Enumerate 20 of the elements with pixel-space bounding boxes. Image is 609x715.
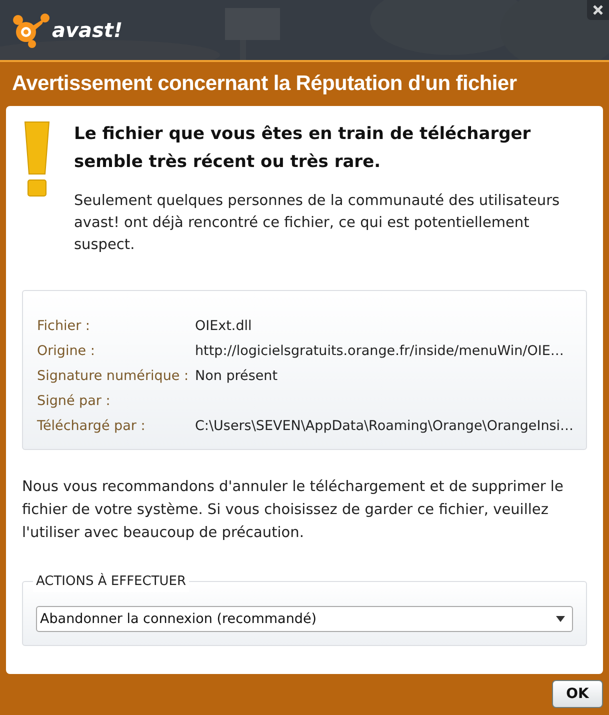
detail-value: C:\Users\SEVEN\AppData\Roaming\Orange\OrangeInsi… <box>195 417 574 436</box>
detail-label: Origine : <box>37 342 96 361</box>
action-dropdown[interactable]: Abandonner la connexion (recommandé) <box>36 606 573 632</box>
detail-label: Signé par : <box>37 392 112 411</box>
logo-icon <box>12 12 50 48</box>
logo-text: avast! <box>52 20 123 40</box>
ok-button[interactable]: OK <box>552 680 603 708</box>
detail-label: Fichier : <box>37 317 91 336</box>
close-icon <box>593 5 603 15</box>
close-button[interactable] <box>587 0 609 20</box>
detail-label: Téléchargé par : <box>37 417 146 436</box>
description: Seulement quelques personnes de la communauté des utilisateurs avast! ont déjà rencontré ce fichier, ce qui est potentiellement suspect. <box>74 192 561 255</box>
detail-value: http://logicielsgratuits.orange.fr/inside/menuWin/OIE… <box>195 342 564 361</box>
recommendation-text: Nous vous recommandons d'annuler le téléchargement et de supprimer le fichier de votre système. Si vous choisissez de garder ce fichier, veuillez l'utiliser avec beaucoup de précaution. <box>22 478 564 543</box>
dropdown-arrow-icon <box>556 616 565 622</box>
detail-value: OIExt.dll <box>195 317 252 336</box>
window-title: Avertissement concernant la Réputation d'un fichier <box>12 71 517 98</box>
detail-label: Signature numérique : <box>37 367 190 386</box>
detail-value: Non présent <box>195 367 278 386</box>
headline: Le fichier que vous êtes en train de télécharger semble très récent ou très rare. <box>74 123 532 174</box>
